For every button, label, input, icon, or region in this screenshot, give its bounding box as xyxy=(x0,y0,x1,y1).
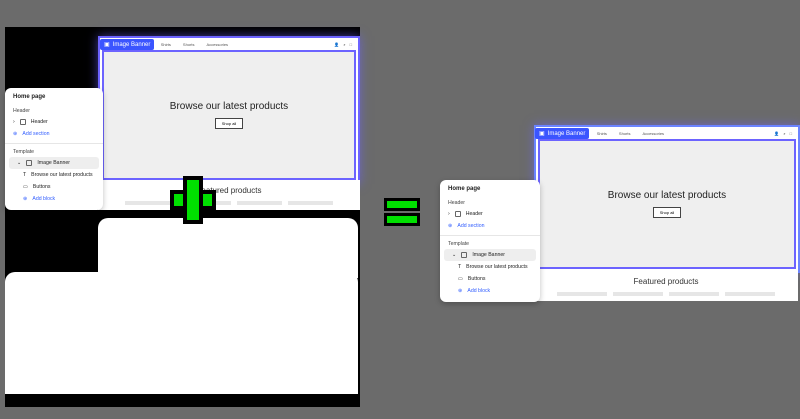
item-label: Image Banner xyxy=(472,252,505,258)
chevron-down-icon: ⌄ xyxy=(17,160,22,166)
nav-item[interactable]: Shirts xyxy=(161,42,171,47)
item-label: Header xyxy=(465,211,483,217)
featured-title: Featured products xyxy=(196,186,262,195)
nav-item[interactable]: Shorts xyxy=(619,131,631,136)
chevron-right-icon: › xyxy=(13,119,15,125)
add-section-label: Add section xyxy=(22,131,50,137)
plus-circle-icon: ⊕ xyxy=(13,131,18,137)
item-label: Browse our latest products xyxy=(466,264,528,270)
cart-icon[interactable]: □ xyxy=(350,42,352,47)
sidebar-item-buttons[interactable]: ▭ Buttons xyxy=(440,273,540,285)
equals-icon-bottom xyxy=(384,213,420,226)
left-white-block xyxy=(98,218,358,278)
right-sidebar-panel: Home page Header › Header ⊕ Add section Te… xyxy=(440,180,540,302)
item-label: Header xyxy=(30,119,48,125)
badge-label: Image Banner xyxy=(112,41,151,48)
template-label: Template xyxy=(448,241,470,247)
add-block-button[interactable]: ⊕ Add block xyxy=(5,193,103,205)
chevron-down-icon: ⌄ xyxy=(452,252,457,258)
plus-icon-vertical xyxy=(183,176,203,224)
sidebar-item-header[interactable]: › Header xyxy=(5,116,103,128)
nav-item[interactable]: Accessories xyxy=(206,42,228,47)
header-icon xyxy=(454,211,461,217)
divider xyxy=(5,143,103,144)
product-card[interactable] xyxy=(237,201,282,205)
button-icon: ▭ xyxy=(23,184,28,190)
item-label: Buttons xyxy=(467,276,486,282)
hero-title: Browse our latest products xyxy=(607,190,727,201)
image-icon xyxy=(461,252,468,258)
right-hero-banner[interactable]: Browse our latest products Shop all xyxy=(538,139,796,269)
left-featured-section: Featured products xyxy=(98,180,360,210)
cart-icon[interactable]: □ xyxy=(790,131,792,136)
nav-item[interactable]: Shorts xyxy=(183,42,195,47)
featured-title: Featured products xyxy=(633,277,699,286)
sidebar-item-browse[interactable]: T Browse our latest products xyxy=(440,261,540,273)
sidebar-title: Home page xyxy=(448,186,481,192)
add-block-label: Add block xyxy=(467,288,491,294)
button-icon: ▭ xyxy=(458,276,463,282)
image-icon: ▣ xyxy=(104,42,110,48)
item-label: Image Banner xyxy=(37,160,70,166)
left-image-banner-badge[interactable]: ▣ Image Banner xyxy=(100,39,155,50)
image-icon xyxy=(26,160,33,166)
add-section-label: Add section xyxy=(457,223,485,229)
user-icon[interactable]: 👤 xyxy=(774,131,779,136)
left-editor-frame: Shop Best Sellers Shirts Shorts Accessor… xyxy=(98,36,360,184)
product-card[interactable] xyxy=(725,292,775,296)
left-white-block-bottom xyxy=(5,272,358,394)
text-icon: T xyxy=(23,172,27,178)
search-icon[interactable]: ⌕ xyxy=(783,131,785,136)
item-label: Buttons xyxy=(32,184,51,190)
badge-label: Image Banner xyxy=(547,130,586,137)
sidebar-item-image-banner[interactable]: ⌄ Image Banner xyxy=(9,157,99,169)
product-card[interactable] xyxy=(557,292,607,296)
sidebar-item-browse[interactable]: T Browse our latest products xyxy=(5,169,103,181)
sidebar-title: Home page xyxy=(13,94,46,100)
product-card[interactable] xyxy=(613,292,663,296)
user-icon[interactable]: 👤 xyxy=(334,42,339,47)
left-hero-banner[interactable]: Browse our latest products Shop all xyxy=(102,50,356,180)
header-label: Header xyxy=(13,108,31,114)
add-section-button[interactable]: ⊕ Add section xyxy=(5,128,103,140)
hero-title: Browse our latest products xyxy=(169,101,289,112)
right-featured-section: Featured products xyxy=(534,269,798,301)
left-sidebar-panel: Home page Header › Header ⊕ Add section Te… xyxy=(5,88,103,210)
add-block-label: Add block xyxy=(32,196,56,202)
sidebar-item-image-banner[interactable]: ⌄ Image Banner xyxy=(444,249,536,261)
product-card[interactable] xyxy=(669,292,719,296)
right-image-banner-badge[interactable]: ▣ Image Banner xyxy=(535,128,590,139)
plus-circle-icon: ⊕ xyxy=(448,223,453,229)
sidebar-item-buttons[interactable]: ▭ Buttons xyxy=(5,181,103,193)
product-card[interactable] xyxy=(288,201,333,205)
shop-all-button[interactable]: Shop all xyxy=(214,118,244,129)
header-icon xyxy=(19,119,26,125)
nav-item[interactable]: Shirts xyxy=(597,131,607,136)
image-icon: ▣ xyxy=(539,131,545,137)
shop-all-button[interactable]: Shop all xyxy=(652,207,682,218)
plus-circle-icon: ⊕ xyxy=(23,196,28,202)
header-label: Header xyxy=(448,200,466,206)
right-editor-frame: Shop Best Sellers Shirts Shorts Accessor… xyxy=(534,125,800,273)
divider xyxy=(440,235,540,236)
equals-icon-top xyxy=(384,198,420,211)
chevron-right-icon: › xyxy=(448,211,450,217)
add-block-button[interactable]: ⊕ Add block xyxy=(440,285,540,297)
add-section-button[interactable]: ⊕ Add section xyxy=(440,220,540,232)
item-label: Browse our latest products xyxy=(31,172,93,178)
text-icon: T xyxy=(458,264,462,270)
search-icon[interactable]: ⌕ xyxy=(343,42,345,47)
nav-item[interactable]: Accessories xyxy=(642,131,664,136)
plus-circle-icon: ⊕ xyxy=(458,288,463,294)
template-label: Template xyxy=(13,149,35,155)
sidebar-item-header[interactable]: › Header xyxy=(440,208,540,220)
